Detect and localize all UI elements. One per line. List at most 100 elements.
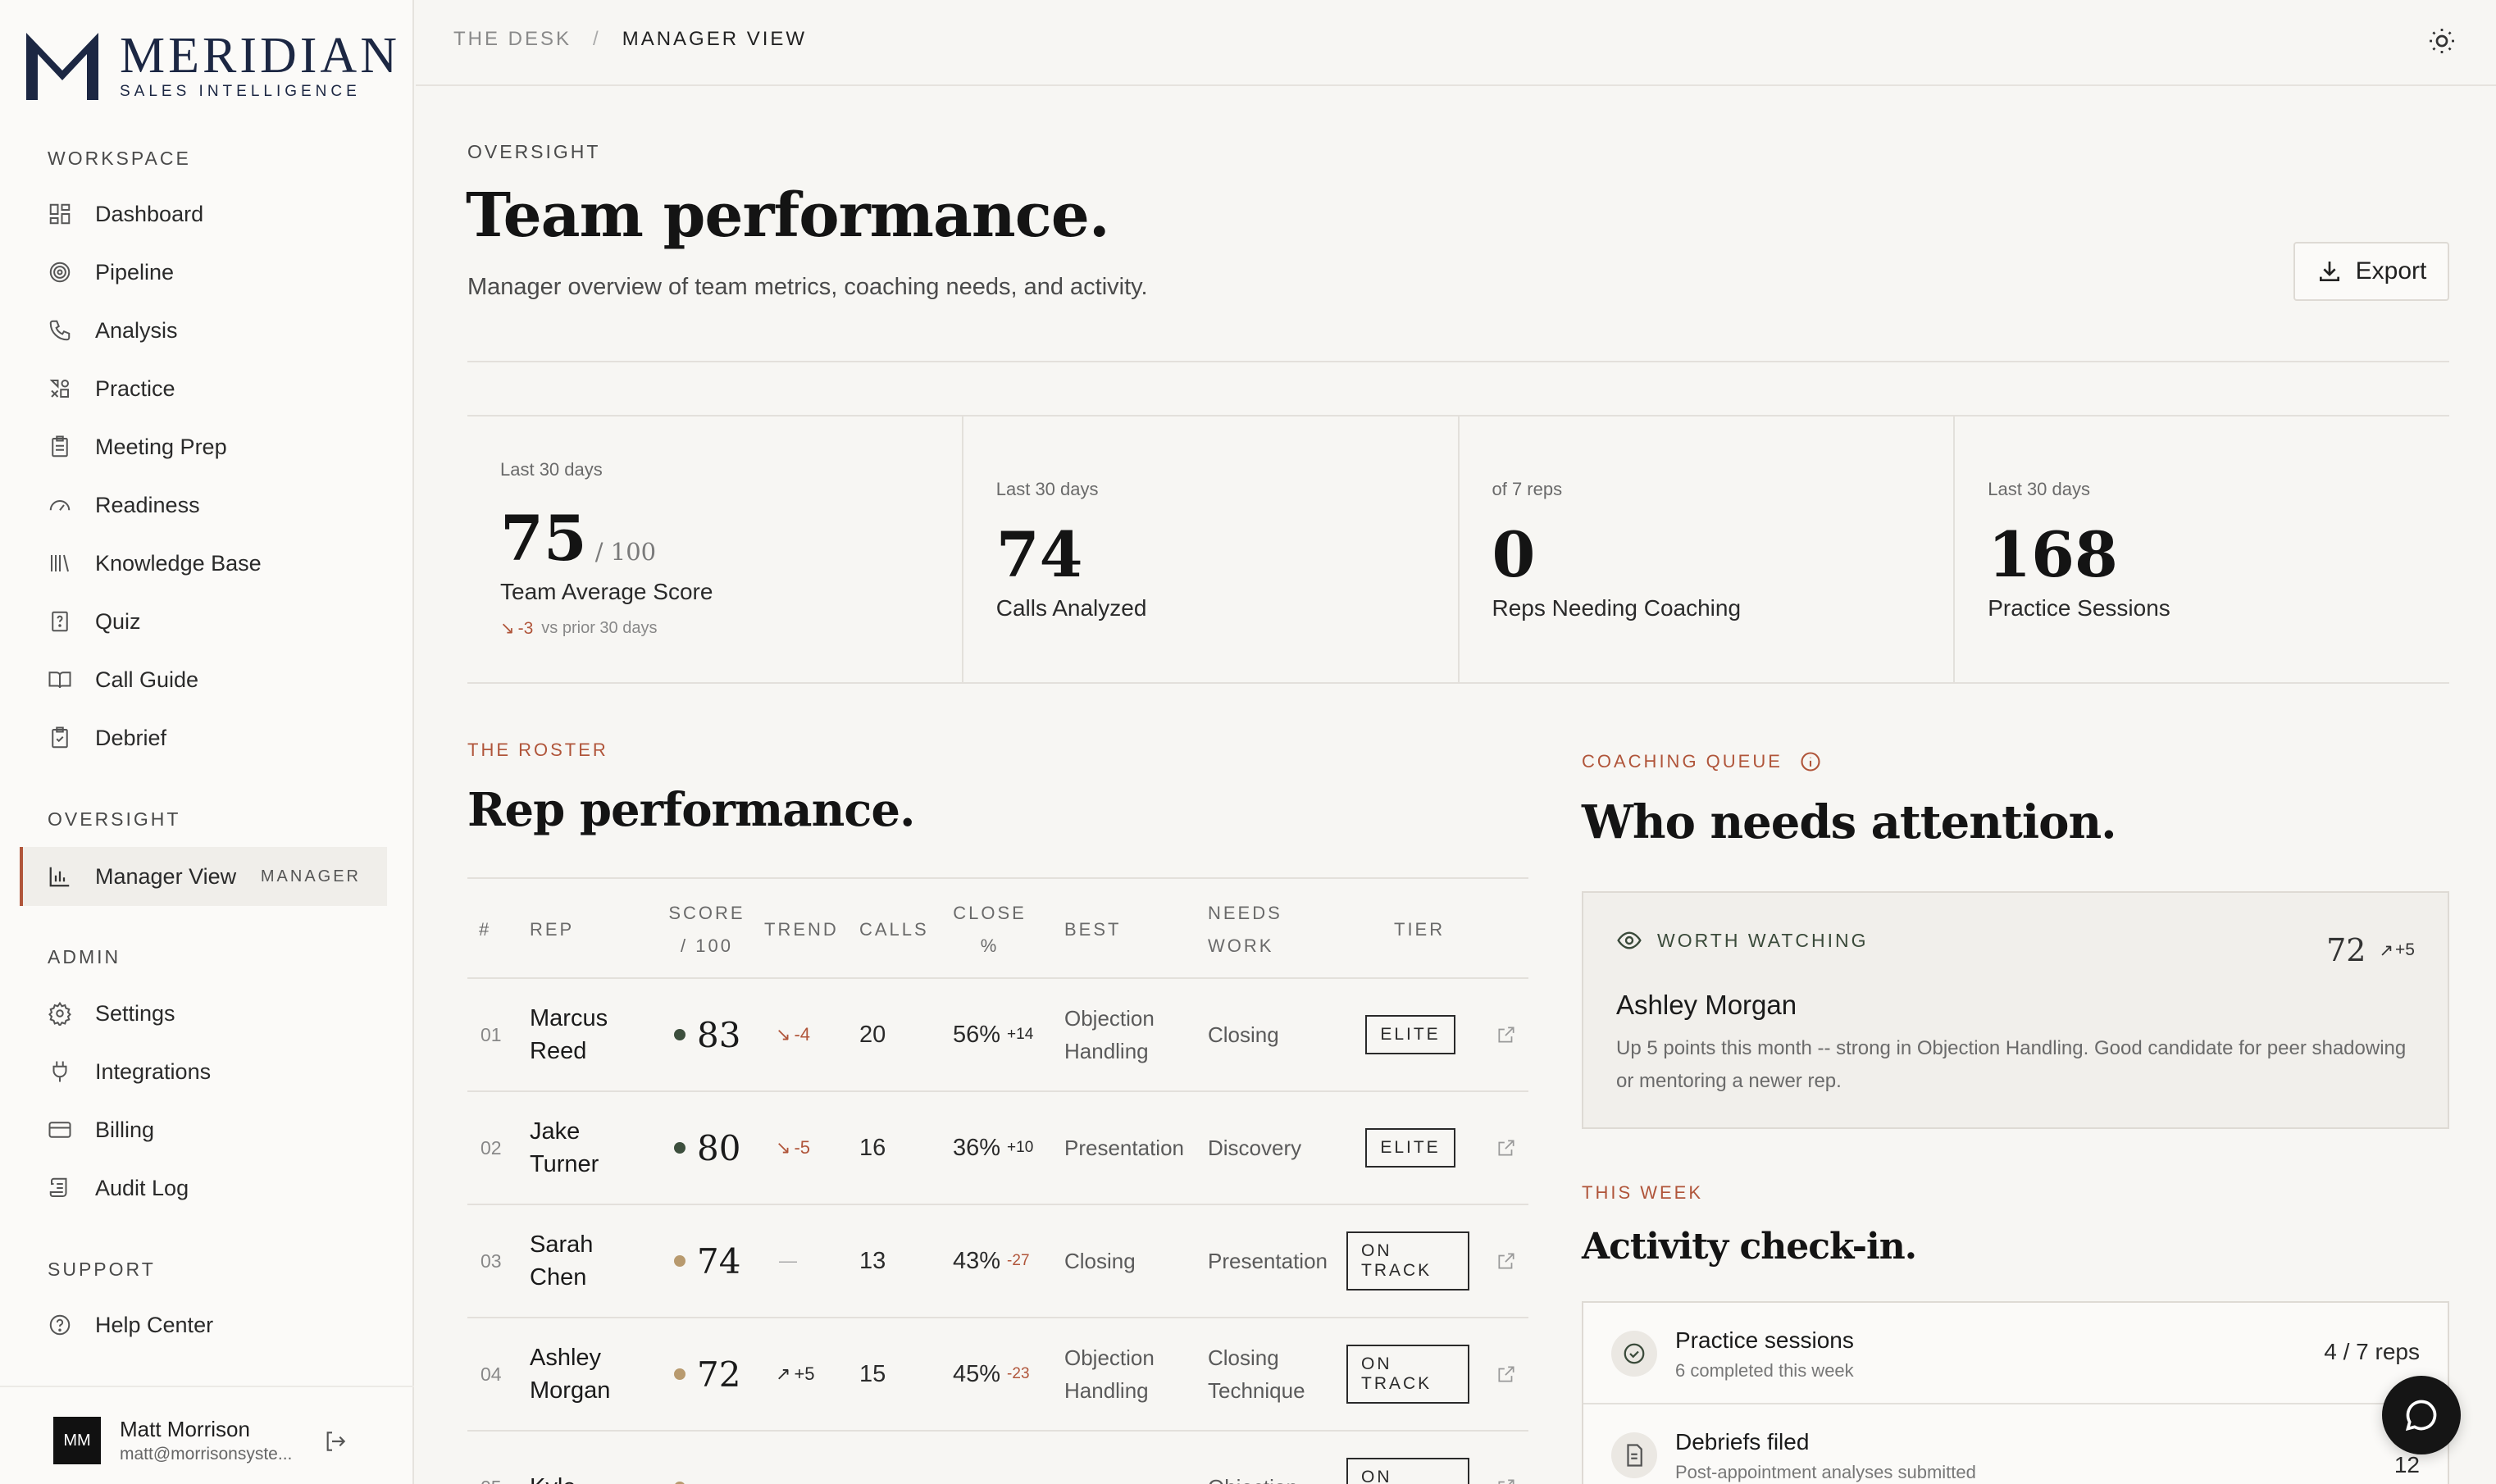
activity-row-debriefs[interactable]: Debriefs filed Post-appointment analyses… <box>1583 1404 2448 1484</box>
clipboard-icon <box>52 435 68 457</box>
rep-tier: ELITE <box>1353 979 1468 1090</box>
sidebar-item-audit-log[interactable]: Audit Log <box>48 1166 189 1210</box>
sidebar-item-manager-view[interactable]: Manager View MANAGER <box>20 847 387 906</box>
need-line1: Objection <box>1208 1471 1298 1484</box>
logout-icon[interactable] <box>322 1428 348 1454</box>
activity-eyebrow: THIS WEEK <box>1582 1182 1704 1203</box>
table-row[interactable]: 05 Kyle Objection ON TRACK <box>467 1432 1528 1484</box>
sidebar-item-pipeline[interactable]: Pipeline <box>48 250 174 294</box>
rep-trend: — <box>776 1205 797 1317</box>
sidebar-item-label: Knowledge Base <box>95 550 262 576</box>
col-close-line1: CLOSE <box>953 903 1027 923</box>
info-icon[interactable] <box>1799 750 1822 773</box>
stat-card-coaching: of 7 reps 0 Reps Needing Coaching <box>1460 417 1956 682</box>
export-button[interactable]: Export <box>2293 242 2449 301</box>
sidebar-item-integrations[interactable]: Integrations <box>48 1049 211 1094</box>
sidebar-item-billing[interactable]: Billing <box>48 1108 154 1152</box>
table-header: # REP SCORE / 100 TREND CALLS CLOSE% BEST… <box>467 877 1528 979</box>
table-row[interactable]: 03 Sarah Chen 74 — 13 43% -27 Closing Presentatio… <box>467 1205 1528 1318</box>
col-score[interactable]: SCORE / 100 <box>666 897 748 963</box>
stat-of: / 100 <box>594 538 657 566</box>
worth-watching-card[interactable]: WORTH WATCHING 72 ↗ +5 Ashley Morgan Up 5… <box>1582 891 2449 1129</box>
sidebar-item-debrief[interactable]: Debrief <box>48 716 166 760</box>
watch-rep-name: Ashley Morgan <box>1616 990 1797 1020</box>
rep-score: 80 <box>674 1092 740 1204</box>
tier-badge: ELITE <box>1365 1015 1455 1054</box>
open-rep-link[interactable] <box>1496 979 1520 1090</box>
topbar: THE DESK / MANAGER VIEW <box>416 0 2496 86</box>
sidebar-item-analysis[interactable]: Analysis <box>48 308 178 353</box>
table-row[interactable]: 01 Marcus Reed 83 ↘ -4 20 56% +14 Objection Handli… <box>467 979 1528 1092</box>
rep-first-name: Marcus <box>530 1005 608 1031</box>
sidebar-item-quiz[interactable]: Quiz <box>48 599 141 644</box>
col-tier: TIER <box>1394 919 1446 940</box>
col-needs-work: NEEDS WORK <box>1208 897 1282 963</box>
sidebar-item-call-guide[interactable]: Call Guide <box>48 658 198 702</box>
rep-name[interactable]: Ashley Morgan <box>530 1318 636 1430</box>
activity-icon-wrap <box>1611 1331 1657 1377</box>
sidebar-item-readiness[interactable]: Readiness <box>48 483 200 527</box>
rep-trend: ↘ -4 <box>776 979 810 1090</box>
rep-best-skill: Objection Handling <box>1064 1318 1204 1430</box>
divider <box>467 361 2449 362</box>
sidebar-item-practice[interactable]: Practice <box>48 366 175 411</box>
library-icon <box>51 554 69 572</box>
rep-trend-value: -5 <box>794 1137 810 1158</box>
open-rep-link[interactable] <box>1496 1432 1520 1484</box>
coaching-eyebrow: COACHING QUEUE <box>1582 750 1822 773</box>
activity-row-practice[interactable]: Practice sessions 6 completed this week … <box>1583 1303 2448 1404</box>
need-line1: Closing <box>1208 1022 1279 1047</box>
rep-tier: ON TRACK <box>1346 1205 1469 1317</box>
best-line1: Objection <box>1064 1345 1155 1370</box>
sidebar-item-meeting-prep[interactable]: Meeting Prep <box>48 425 227 469</box>
user-name: Matt Morrison <box>120 1417 250 1441</box>
rep-name[interactable]: Sarah Chen <box>530 1205 636 1317</box>
score-status-dot <box>674 1368 685 1380</box>
sidebar-item-settings[interactable]: Settings <box>48 991 175 1036</box>
trend-down-icon: ↘ <box>500 619 515 638</box>
nav-section-oversight: OVERSIGHT <box>48 808 181 830</box>
brand-logo[interactable]: MERIDIAN SALES INTELLIGENCE <box>23 30 400 102</box>
col-needs-line2: WORK <box>1208 935 1274 956</box>
rep-first-name: Jake <box>530 1118 581 1145</box>
rep-trend-value: +5 <box>794 1363 815 1384</box>
table-row[interactable]: 04 Ashley Morgan 72 ↗ +5 15 45% -23 Objection Hand… <box>467 1318 1528 1432</box>
col-close[interactable]: CLOSE% <box>953 897 1027 963</box>
row-index: 03 <box>481 1250 502 1272</box>
rep-name[interactable]: Kyle <box>530 1432 636 1484</box>
rep-name[interactable]: Jake Turner <box>530 1092 636 1204</box>
score-status-dot <box>674 1029 685 1040</box>
activity-title: Activity check-in. <box>1582 1226 1917 1268</box>
stat-label: Reps Needing Coaching <box>1492 595 1742 621</box>
sidebar-item-dashboard[interactable]: Dashboard <box>48 192 203 236</box>
breadcrumb-the-desk[interactable]: THE DESK <box>453 28 572 51</box>
col-rep[interactable]: REP <box>530 913 574 946</box>
open-rep-link[interactable] <box>1496 1318 1520 1430</box>
trend-arrow-icon: ↘ <box>776 1137 791 1158</box>
rep-trend-value: — <box>779 1250 797 1271</box>
stat-caption: Last 30 days <box>995 479 1099 499</box>
rep-name[interactable]: Marcus Reed <box>530 979 636 1090</box>
avatar[interactable]: MM <box>53 1417 101 1464</box>
rep-first-name: Ashley <box>530 1345 602 1371</box>
sidebar-item-help-center[interactable]: Help Center <box>48 1303 213 1347</box>
trend-arrow-icon: ↗ <box>776 1363 791 1384</box>
sidebar: MERIDIAN SALES INTELLIGENCE WORKSPACE Da… <box>0 0 414 1484</box>
stat-card-calls: Last 30 days 74 Calls Analyzed <box>963 417 1460 682</box>
chat-launcher-button[interactable] <box>2382 1376 2461 1454</box>
rep-trend-value: -4 <box>794 1024 810 1045</box>
activity-subtitle: 6 completed this week <box>1675 1360 1854 1381</box>
open-rep-link[interactable] <box>1496 1092 1520 1204</box>
rep-tier: ELITE <box>1353 1092 1468 1204</box>
sidebar-item-label: Settings <box>95 1000 175 1026</box>
table-row[interactable]: 02 Jake Turner 80 ↘ -5 16 36% +10 Presentation Dis… <box>467 1092 1528 1205</box>
open-rep-link[interactable] <box>1496 1205 1520 1317</box>
sidebar-item-knowledge-base[interactable]: Knowledge Base <box>48 541 262 585</box>
col-trend[interactable]: TREND <box>764 913 839 946</box>
theme-toggle-sun-icon[interactable] <box>2427 26 2457 56</box>
col-calls[interactable]: CALLS <box>859 913 929 946</box>
watch-score-value: 72 <box>2326 932 2366 968</box>
tier-badge: ON TRACK <box>1346 1231 1469 1291</box>
page-title: Team performance. <box>466 180 1110 251</box>
rep-table: # REP SCORE / 100 TREND CALLS CLOSE% BEST… <box>467 877 1528 1484</box>
